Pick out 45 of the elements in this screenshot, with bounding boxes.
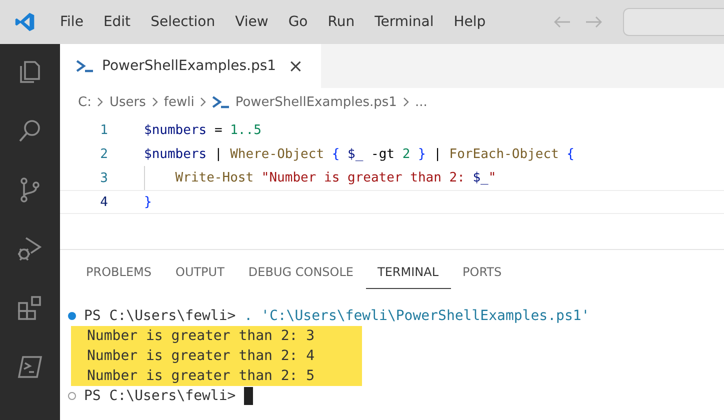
breadcrumb-item[interactable]: fewli [164,94,194,110]
line-number: 3 [99,170,109,186]
line-number: 1 [99,122,109,138]
panel-tab[interactable]: PORTS [450,256,514,288]
editor-tab[interactable]: PowerShellExamples.ps1 × [60,44,322,88]
panel-tab[interactable]: OUTPUT [164,256,236,288]
panel-tab[interactable]: DEBUG CONSOLE [236,256,366,288]
run-debug-icon[interactable] [16,235,44,263]
terminal-output: Number is greater than 2: 3 [87,327,316,346]
terminal-cursor [244,387,254,405]
search-field[interactable] [623,8,724,36]
breadcrumb-item[interactable]: ... [414,94,428,110]
terminal-line: PS C:\Users\fewli> . 'C:\Users\fewli\PowerShellExamples.ps1' [84,308,590,324]
code-line: $numbers | Where-Object { $_ -gt 2 } | ForEach-Object { [144,146,575,162]
chevron-icon [199,96,208,108]
terminal-icon[interactable] [16,353,44,381]
breadcrumb-item[interactable]: PowerShellExamples.ps1 [235,94,397,110]
code-line: } [144,194,152,210]
menu-item[interactable]: Run [318,14,365,30]
code-line: Write-Host "Number is greater than 2: $_" [144,166,496,190]
chevron-icon [402,96,410,108]
menu-item[interactable]: Terminal [364,14,444,30]
terminal-output: Number is greater than 2: 4 [87,347,316,366]
panel-tab[interactable]: PROBLEMS [74,256,164,288]
menu-item[interactable]: Selection [140,14,226,30]
menu-item[interactable]: Help [444,14,496,30]
menu-item[interactable]: File [50,14,94,30]
chevron-icon [150,96,159,108]
code-line: $numbers = 1..5 [144,122,262,138]
line-number: 4 [99,194,109,210]
close-button[interactable]: × [284,56,308,76]
breadcrumb-item[interactable]: Users [109,94,146,110]
terminal-output: Number is greater than 2: 5 [87,367,316,386]
menu-item[interactable]: Go [278,14,318,30]
breadcrumb-item[interactable]: C: [78,94,92,110]
powershell-icon [212,95,230,109]
app-logo-icon [14,11,36,33]
terminal-prompt: PS C:\Users\fewli> [84,388,237,404]
extensions-icon[interactable] [16,294,44,322]
line-number: 2 [99,146,109,162]
chevron-icon [96,96,104,108]
menu-item[interactable]: Edit [93,14,141,30]
menu-item[interactable]: View [225,14,278,30]
panel-tab[interactable]: TERMINAL [366,256,451,288]
powershell-icon [76,59,94,73]
